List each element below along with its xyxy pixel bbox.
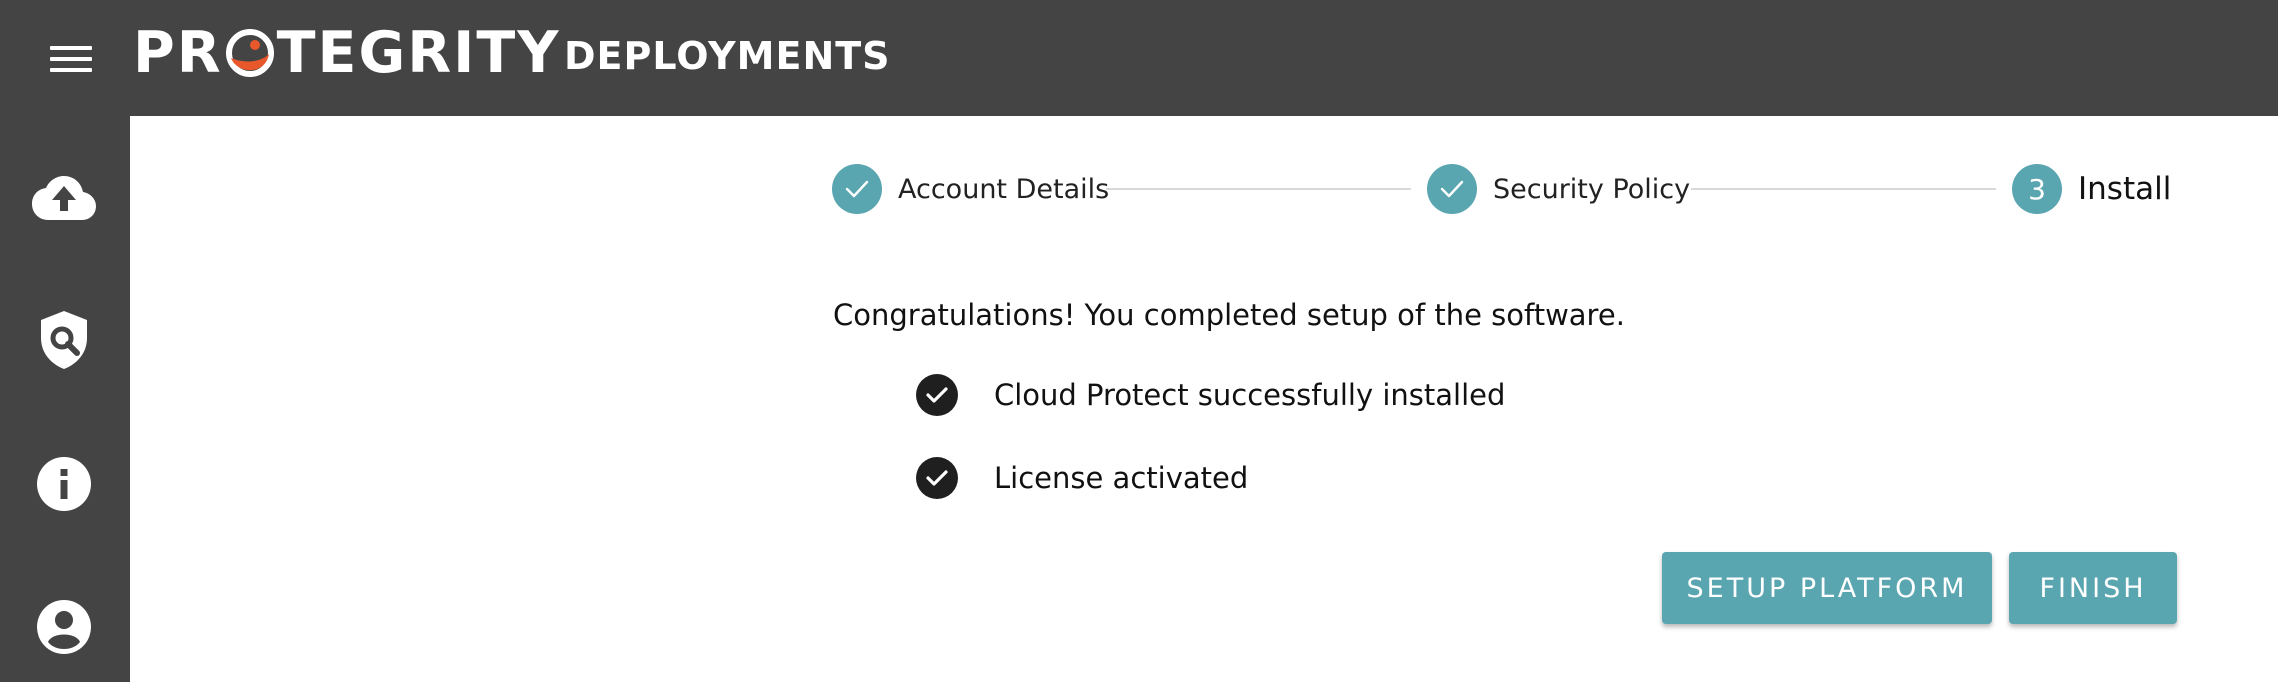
top-app-bar: PR TEGRITY DEPLOYMENTS — [0, 0, 2278, 116]
check-circle-icon — [916, 457, 958, 499]
setup-platform-button[interactable]: SETUP PLATFORM — [1662, 552, 1992, 624]
step-connector — [1106, 188, 1411, 190]
step-connector — [1691, 188, 1996, 190]
hamburger-menu-icon[interactable] — [50, 46, 92, 78]
step-account-details: Account Details — [832, 163, 1109, 215]
step-security-policy: Security Policy — [1427, 163, 1690, 215]
status-text: License activated — [994, 461, 1249, 495]
brand-name-part2: TEGRITY — [276, 20, 561, 86]
page-title: DEPLOYMENTS — [564, 34, 891, 78]
brand-logo: PR TEGRITY — [133, 20, 561, 86]
step-label: Security Policy — [1493, 173, 1691, 205]
brand-name-part1: PR — [133, 20, 223, 86]
logo-o-icon — [225, 29, 274, 77]
info-icon[interactable] — [30, 450, 98, 518]
side-nav — [0, 116, 130, 682]
status-text: Cloud Protect successfully installed — [994, 378, 1506, 412]
status-item: License activated — [916, 457, 1248, 499]
completion-message: Congratulations! You completed setup of … — [833, 298, 1625, 332]
step-install: 3 Install — [2012, 163, 2171, 215]
check-circle-icon — [916, 374, 958, 416]
step-complete-check-icon — [1427, 164, 1477, 214]
shield-search-icon[interactable] — [30, 306, 98, 374]
step-label: Install — [2078, 171, 2172, 207]
step-complete-check-icon — [832, 164, 882, 214]
step-label: Account Details — [898, 173, 1110, 205]
account-icon[interactable] — [30, 593, 98, 661]
finish-button[interactable]: FINISH — [2009, 552, 2177, 624]
status-item: Cloud Protect successfully installed — [916, 374, 1505, 416]
step-number: 3 — [2012, 164, 2062, 214]
cloud-upload-icon[interactable] — [30, 164, 98, 232]
